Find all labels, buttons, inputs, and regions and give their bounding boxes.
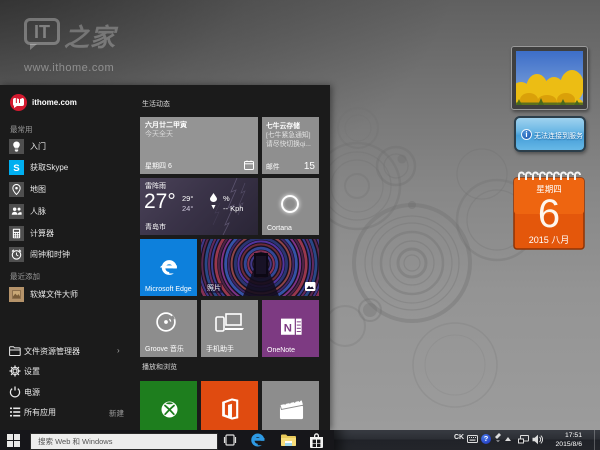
svg-text:N: N [284, 323, 292, 335]
svg-text:S: S [13, 163, 20, 173]
svg-text:2015 八月: 2015 八月 [529, 235, 570, 245]
svg-text:6: 6 [538, 192, 560, 236]
